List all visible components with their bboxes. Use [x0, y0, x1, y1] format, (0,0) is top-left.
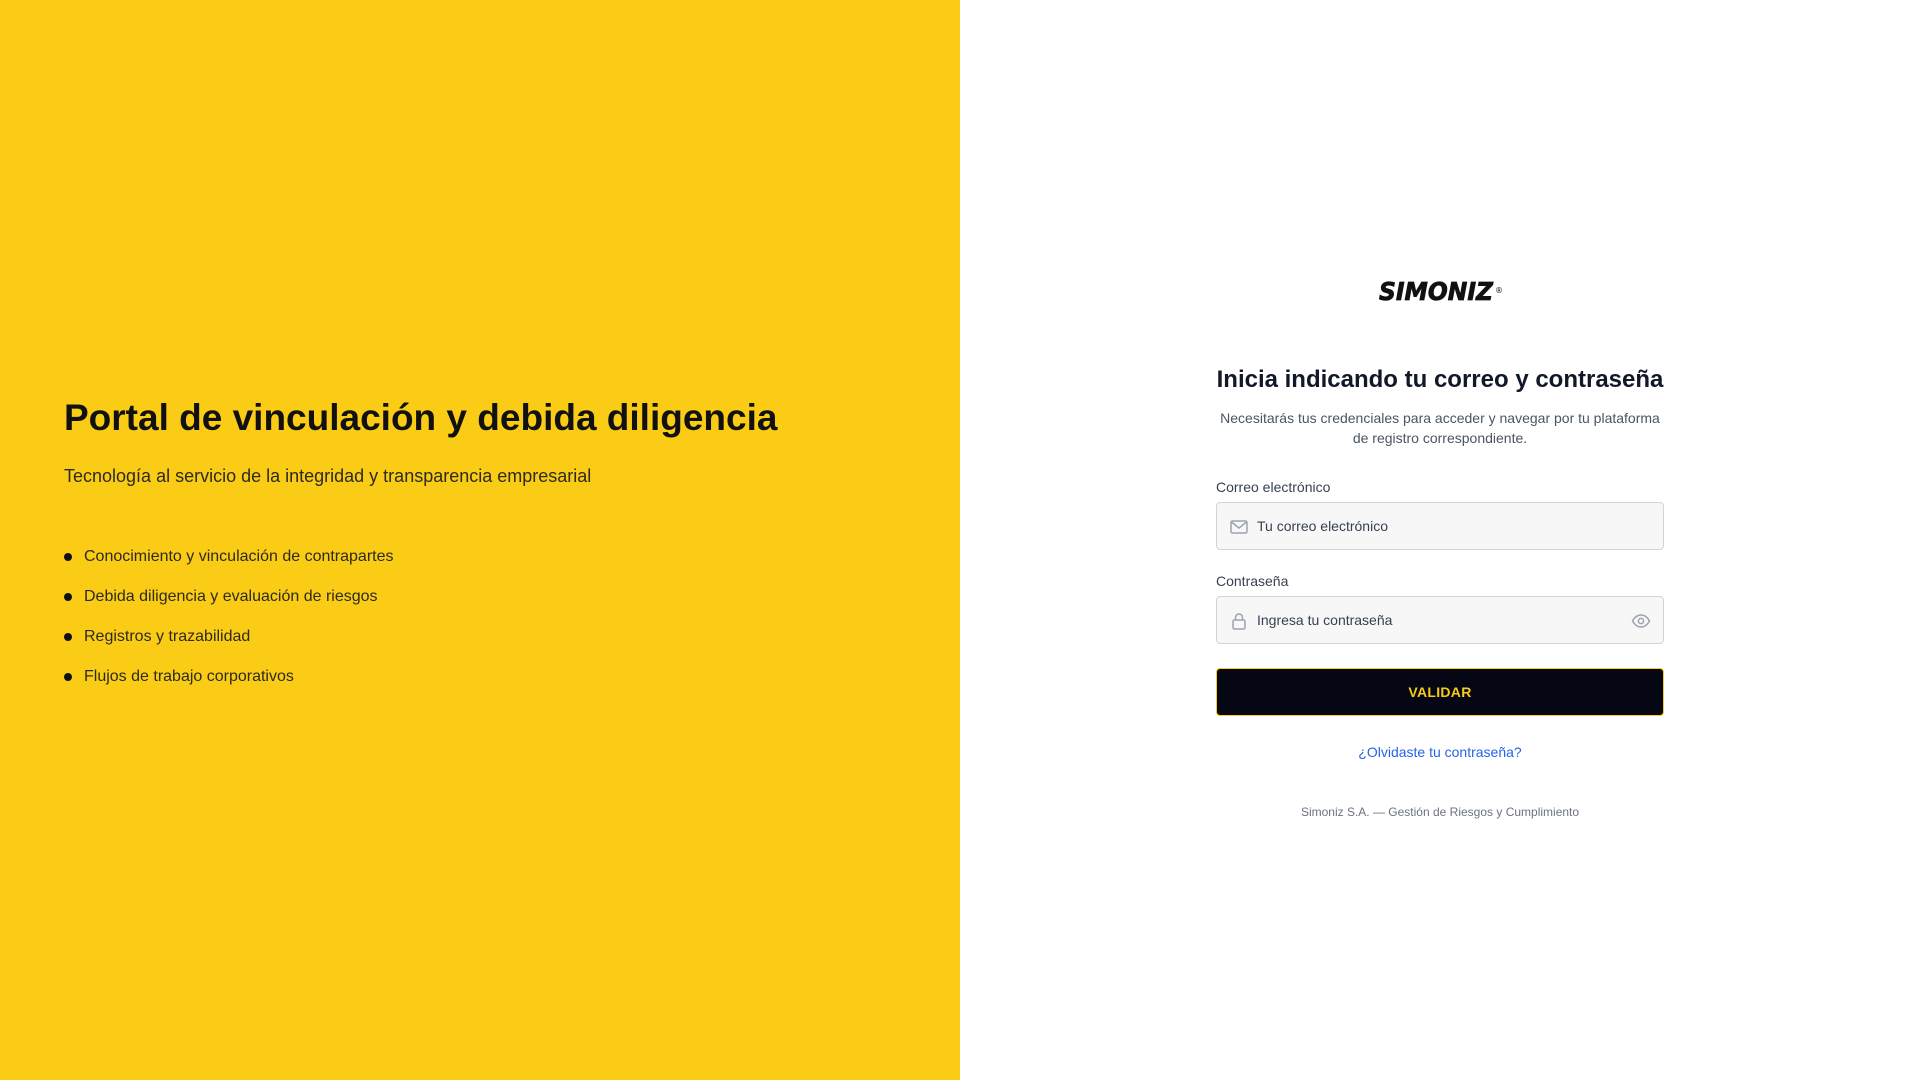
email-label: Correo electrónico — [1216, 479, 1331, 495]
hero-title: Portal de vinculación y debida diligenci… — [64, 397, 778, 438]
feature-label: Flujos de trabajo corporativos — [84, 668, 294, 685]
login-title: Inicia indicando tu correo y contraseña — [1216, 366, 1664, 393]
feature-item: Flujos de trabajo corporativos — [64, 657, 394, 697]
feature-label: Debida diligencia y evaluación de riesgo… — [84, 588, 378, 605]
password-label: Contraseña — [1216, 573, 1289, 589]
feature-item: Debida diligencia y evaluación de riesgo… — [64, 577, 394, 617]
login-description: Necesitarás tus credenciales para accede… — [1220, 410, 1660, 446]
mail-icon — [1230, 520, 1248, 534]
bullet-icon — [64, 553, 72, 561]
bullet-icon — [64, 673, 72, 681]
hero-subtitle: Tecnología al servicio de la integridad … — [64, 466, 592, 486]
logo-text: SIMONIZ — [1379, 277, 1494, 306]
lock-icon — [1232, 613, 1246, 630]
validate-button[interactable]: VALIDAR — [1216, 668, 1664, 716]
feature-item: Registros y trazabilidad — [64, 617, 394, 657]
footer-text: Simoniz S.A. — Gestión de Riesgos y Cump… — [1300, 805, 1580, 819]
feature-list: Conocimiento y vinculación de contrapart… — [64, 537, 394, 697]
simoniz-logo: SIMONIZ ® — [1379, 277, 1503, 306]
email-field-box — [1216, 502, 1664, 550]
registered-mark: ® — [1495, 286, 1503, 295]
bullet-icon — [64, 633, 72, 641]
password-input[interactable] — [1257, 597, 1617, 643]
email-input[interactable] — [1257, 503, 1617, 549]
feature-item: Conocimiento y vinculación de contrapart… — [64, 537, 394, 577]
forgot-password-link[interactable]: ¿Olvidaste tu contraseña? — [1216, 742, 1664, 762]
eye-icon[interactable] — [1631, 611, 1651, 631]
hero-panel: Portal de vinculación y debida diligenci… — [0, 0, 960, 1080]
feature-label: Conocimiento y vinculación de contrapart… — [84, 548, 394, 565]
feature-label: Registros y trazabilidad — [84, 628, 251, 645]
login-page: Portal de vinculación y debida diligenci… — [0, 0, 1920, 1080]
password-field-box — [1216, 596, 1664, 644]
bullet-icon — [64, 593, 72, 601]
